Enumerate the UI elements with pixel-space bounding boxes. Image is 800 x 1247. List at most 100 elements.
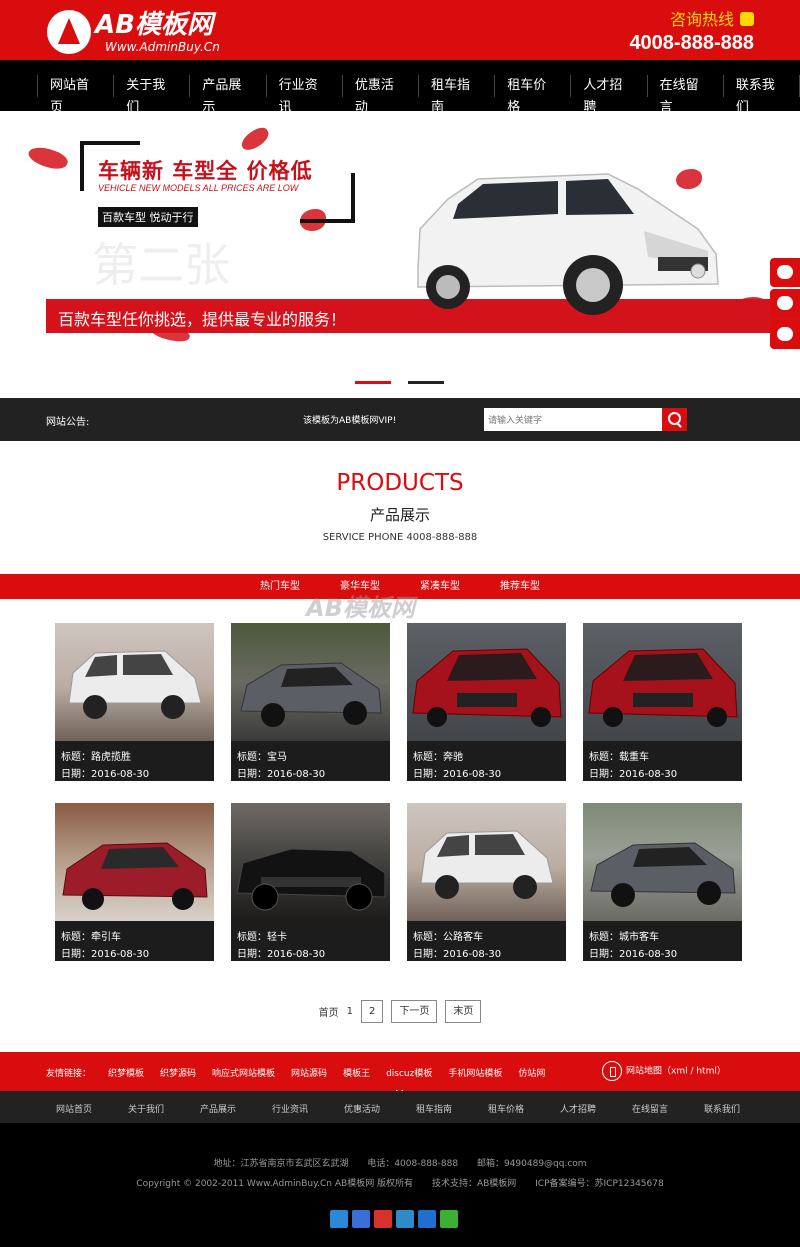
search-input[interactable]: [484, 408, 662, 431]
nav-item-contact[interactable]: 联系我们: [722, 75, 800, 115]
banner-strip-text: 百款车型任你挑选，提供最专业的服务！: [58, 310, 347, 329]
banner-ghost-text: 第二张: [92, 238, 230, 292]
nav-item-news[interactable]: 行业资讯: [265, 75, 342, 115]
hotline-label: 咨询热线: [669, 10, 734, 29]
logo-text: AB模板网: [95, 10, 213, 40]
product-date: 日期：2016-08-30: [237, 769, 326, 780]
friend-link[interactable]: 仿站网: [518, 1066, 545, 1079]
logo-url: Www.AdminBuy.Cn: [105, 40, 220, 54]
friend-link[interactable]: 响应式网站模板: [212, 1066, 275, 1079]
nav-item-jobs[interactable]: 人才招聘: [570, 75, 646, 115]
product-image[interactable]: [583, 803, 742, 921]
nav-item-about[interactable]: 关于我们: [113, 75, 189, 115]
footer-nav-contact[interactable]: 联系我们: [704, 1102, 776, 1115]
product-card[interactable]: 标题：轻卡 日期：2016-08-30: [231, 803, 390, 961]
footer-nav-promotions[interactable]: 优惠活动: [344, 1102, 416, 1115]
notice-text[interactable]: 该模板为AB模板网VIP!: [303, 413, 396, 426]
product-card[interactable]: 标题：路虎揽胜日期：2016-08-30: [55, 623, 214, 781]
hotline-number: 4008-888-888: [629, 32, 754, 54]
sitemap-label[interactable]: 网站地图（xml / html）: [626, 1067, 726, 1077]
product-card[interactable]: 标题：城市客车 日期：2016-08-30: [583, 803, 742, 961]
main-nav: 网站首页 关于我们 产品展示 行业资讯 优惠活动 租车指南 租车价格 人才招聘 …: [0, 60, 800, 115]
slide-dot-active[interactable]: [355, 381, 391, 384]
product-card[interactable]: 标题：载重车 日期：2016-08-30: [583, 623, 742, 781]
footer-nav-prices[interactable]: 租车价格: [488, 1102, 560, 1115]
pager-next[interactable]: 下一页: [391, 1000, 438, 1023]
product-card[interactable]: 标题：公路客车日期：2016-08-30: [407, 803, 566, 961]
footer-nav-guide[interactable]: 租车指南: [416, 1102, 488, 1115]
product-title[interactable]: 标题：轻卡: [237, 929, 384, 946]
product-card[interactable]: 标题：奔驰 日期：2016-08-30: [407, 623, 566, 781]
white-suv-image: [417, 173, 719, 315]
product-card[interactable]: 标题：牵引车 日期：2016-08-30: [55, 803, 214, 961]
share-icons: [330, 1210, 458, 1228]
product-title[interactable]: 标题：路虎揽胜: [61, 749, 208, 766]
product-title[interactable]: 标题：城市客车: [589, 929, 736, 946]
footer-nav-about[interactable]: 关于我们: [128, 1102, 200, 1115]
nav-item-promotions[interactable]: 优惠活动: [341, 75, 418, 115]
nav-item-products[interactable]: 产品展示: [189, 75, 265, 115]
notice-label: 网站公告:: [46, 417, 90, 428]
friend-link[interactable]: discuz模板: [386, 1066, 432, 1079]
hero-banner[interactable]: 车辆新 车型全 价格低 VEHICLE NEW MODELS ALL PRICE…: [0, 111, 800, 398]
footer-nav-messages[interactable]: 在线留言: [632, 1102, 704, 1115]
product-image[interactable]: [231, 803, 390, 921]
share-qzone-icon[interactable]: [352, 1210, 370, 1228]
share-wechat-icon[interactable]: [440, 1210, 458, 1228]
product-image[interactable]: [583, 623, 742, 741]
product-title[interactable]: 标题：奔驰: [413, 749, 560, 766]
product-title[interactable]: 标题：公路客车: [413, 929, 560, 946]
search-button[interactable]: [662, 408, 687, 431]
nav-item-home[interactable]: 网站首页: [37, 75, 113, 115]
product-title[interactable]: 标题：宝马: [237, 749, 384, 766]
pager-page-2[interactable]: 2: [361, 1000, 384, 1023]
sitemap-link[interactable]: 网站地图（xml / html）: [602, 1061, 726, 1083]
slide-dot[interactable]: [408, 381, 444, 384]
tab-recommended-models[interactable]: 推荐车型: [480, 574, 560, 599]
product-image[interactable]: [231, 623, 390, 741]
friend-link[interactable]: 网站源码: [291, 1066, 327, 1079]
share-tencent-weibo-icon[interactable]: [396, 1210, 414, 1228]
product-image[interactable]: [55, 803, 214, 921]
footer-nav-products[interactable]: 产品展示: [200, 1102, 272, 1115]
footer-icp[interactable]: ICP备案编号：苏ICP12345678: [535, 1179, 664, 1189]
qq-float-button[interactable]: [770, 320, 800, 349]
site-header: AB模板网 Www.AdminBuy.Cn 咨询热线 4008-888-888: [0, 0, 800, 60]
product-card[interactable]: 标题：宝马日期：2016-08-30: [231, 623, 390, 781]
footer-nav-jobs[interactable]: 人才招聘: [560, 1102, 632, 1115]
footer-tech-support[interactable]: 技术支持：AB模板网: [432, 1179, 516, 1189]
product-image[interactable]: [55, 623, 214, 741]
product-title[interactable]: 标题：载重车: [589, 749, 736, 766]
people-icon: [777, 296, 793, 310]
customer-service-float-button[interactable]: [770, 289, 800, 318]
service-phone: SERVICE PHONE 4008-888-888: [322, 532, 478, 543]
site-logo[interactable]: AB模板网 Www.AdminBuy.Cn: [47, 10, 237, 56]
pager-first[interactable]: 首页: [319, 1004, 339, 1019]
product-date: 日期：2016-08-30: [61, 769, 150, 780]
nav-item-prices[interactable]: 租车价格: [494, 75, 570, 115]
share-weibo-icon[interactable]: [374, 1210, 392, 1228]
chat-icon: [777, 265, 793, 279]
footer-nav-news[interactable]: 行业资讯: [272, 1102, 344, 1115]
friend-link[interactable]: 手机网站模板: [448, 1066, 502, 1079]
watermark: AB模板网: [306, 594, 415, 622]
product-date: 日期：2016-08-30: [413, 949, 502, 960]
friend-link[interactable]: 织梦模板: [108, 1066, 144, 1079]
nav-item-guide[interactable]: 租车指南: [418, 75, 494, 115]
share-renren-icon[interactable]: [418, 1210, 436, 1228]
friend-links-label: 友情链接：: [46, 1069, 92, 1079]
friend-link[interactable]: 织梦源码: [160, 1066, 196, 1079]
product-title[interactable]: 标题：牵引车: [61, 929, 208, 946]
share-plus-icon[interactable]: [330, 1210, 348, 1228]
product-image[interactable]: [407, 803, 566, 921]
petal-decoration: [238, 124, 272, 154]
petal-decoration: [26, 142, 70, 174]
wechat-float-button[interactable]: [770, 258, 800, 287]
pager-last[interactable]: 末页: [445, 1000, 482, 1023]
product-image[interactable]: [407, 623, 566, 741]
nav-item-messages[interactable]: 在线留言: [646, 75, 723, 115]
footer-nav-home[interactable]: 网站首页: [56, 1102, 128, 1115]
hotline: 咨询热线 4008-888-888: [629, 10, 754, 56]
products-title-cn: 产品展示: [369, 506, 430, 524]
friend-link[interactable]: 模板王: [343, 1066, 370, 1079]
